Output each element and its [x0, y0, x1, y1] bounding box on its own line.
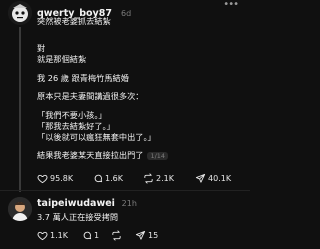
- post-line: 就是那個結紮: [37, 54, 87, 64]
- thread-connector-line: [19, 27, 21, 192]
- post-actions: 95.8K 1.6K 2.1K 40.1K: [37, 173, 242, 185]
- comment-icon: [83, 231, 92, 240]
- like-count: 95.8K: [50, 174, 74, 183]
- share-button[interactable]: 40.1K: [195, 173, 231, 184]
- post-line: 「以後就可以瘋狂無套中出了。」: [37, 132, 156, 142]
- divider: [0, 190, 250, 191]
- heart-icon: [37, 174, 48, 184]
- like-count: 1.1K: [50, 231, 68, 240]
- post-header: taipeiwudawei 21h: [37, 198, 137, 209]
- post-text: 3.7 萬人正在接受拷問: [37, 212, 119, 222]
- comment-button[interactable]: 1: [81, 230, 99, 241]
- timestamp: 21h: [121, 199, 137, 208]
- post-line: 原本只是夫妻間講過很多次：: [37, 91, 144, 101]
- page-indicator: 1/14: [147, 151, 169, 160]
- send-icon: [135, 230, 146, 240]
- more-options-icon[interactable]: •••: [223, 0, 239, 10]
- avatar-photo-icon: [8, 197, 32, 221]
- avatar[interactable]: [8, 197, 32, 221]
- repost-count: 2.1K: [156, 174, 174, 183]
- post-line: 我 26 歲 跟青梅竹馬結婚: [37, 73, 129, 83]
- share-count: 15: [148, 231, 159, 240]
- heart-icon: [37, 231, 48, 241]
- send-icon: [195, 173, 206, 183]
- repost-button[interactable]: 2.1K: [143, 173, 174, 184]
- comment-count: 1.6K: [105, 174, 123, 183]
- share-button[interactable]: 15: [135, 230, 158, 241]
- repost-icon: [112, 230, 121, 241]
- comment-button[interactable]: 1.6K: [92, 173, 123, 184]
- like-button[interactable]: 1.1K: [37, 230, 68, 241]
- comment-count: 1: [94, 231, 100, 240]
- like-button[interactable]: 95.8K: [37, 173, 73, 184]
- post-header: qwerty_boy87 6d •••: [37, 0, 242, 19]
- avatar[interactable]: [8, 1, 32, 25]
- post-line: 結果我老婆某天直接拉出門了 1/14: [37, 149, 169, 161]
- avatar-cartoon-icon: [8, 1, 32, 25]
- username[interactable]: taipeiwudawei: [37, 198, 115, 209]
- post-line: 突然被老婆抓去結紮: [37, 16, 111, 26]
- comment-icon: [94, 174, 103, 183]
- timestamp: 6d: [121, 9, 132, 18]
- share-count: 40.1K: [208, 174, 232, 183]
- post-actions: 1.1K 1 15: [37, 230, 242, 242]
- repost-button[interactable]: [111, 230, 122, 241]
- repost-icon: [144, 173, 153, 184]
- post-line-text: 結果我老婆某天直接拉出門了: [37, 150, 144, 160]
